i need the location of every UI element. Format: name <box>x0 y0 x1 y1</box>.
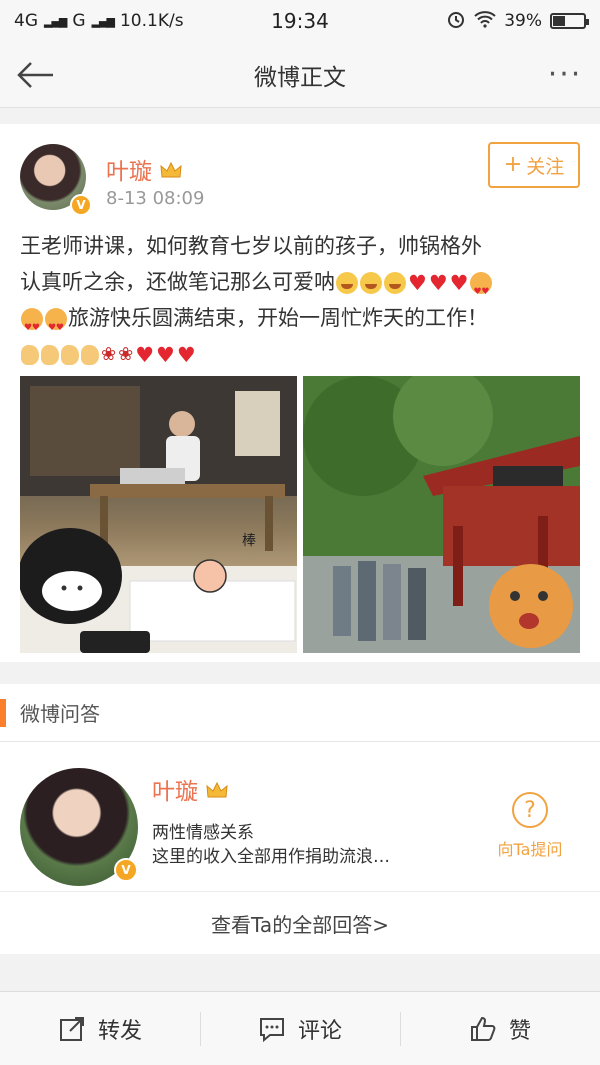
question-mark-icon: ? <box>512 792 548 828</box>
laugh-emoji-icon <box>384 272 406 294</box>
back-button[interactable] <box>0 42 70 108</box>
crown-vip-icon <box>160 160 182 178</box>
post-text: 王老师讲课，如何教育七岁以前的孩子，帅锅格外 认真听之余，还做笔记那么可爱呐 ♥♥… <box>20 228 580 373</box>
signal-icon: ▂▄▆ <box>91 14 115 28</box>
ask-question-label: 向Ta提问 <box>497 840 563 859</box>
rose-emoji-icon: ❀ <box>101 344 117 365</box>
heart-emoji-icon: ♥ <box>428 270 448 295</box>
heart-eyes-emoji-icon <box>21 308 43 346</box>
qa-section-title: 微博问答 <box>20 702 100 726</box>
heart-eyes-emoji-icon <box>45 308 67 346</box>
heart-emoji-icon: ♥ <box>156 342 175 367</box>
network-status: 4G ▂▄▆ G ▂▄▆ 10.1K/s <box>14 11 234 31</box>
sticker-caption: 棒 <box>242 533 256 549</box>
post-text-segment: 认真听之余，还做笔记那么可爱呐 <box>20 270 335 294</box>
repost-label: 转发 <box>97 1018 142 1044</box>
network-4g-label: 4G <box>14 11 38 31</box>
ask-question-button[interactable]: ? 向Ta提问 <box>490 792 570 860</box>
thumbs-up-icon <box>470 1016 496 1041</box>
bottom-action-bar: 转发 评论 赞 <box>0 991 600 1065</box>
battery-percent: 39% <box>504 11 542 31</box>
verified-badge-icon: V <box>114 858 138 882</box>
plus-icon: + <box>503 152 523 177</box>
laugh-emoji-icon <box>336 272 358 294</box>
qa-topic: 两性情感关系 <box>152 823 254 843</box>
signal-icon: ▂▄▆ <box>44 14 67 28</box>
laugh-emoji-icon <box>360 272 382 294</box>
heart-emoji-icon: ♥ <box>135 342 155 367</box>
follow-label: 关注 <box>526 155 565 178</box>
qa-description: 这里的收入全部用作捐助流浪… <box>152 847 390 867</box>
more-menu-button[interactable]: ··· <box>530 42 600 108</box>
post-photo-temple[interactable] <box>303 376 580 653</box>
like-label: 赞 <box>508 1018 531 1044</box>
repost-icon <box>59 1016 84 1041</box>
follow-button[interactable]: + 关注 <box>488 142 580 188</box>
post-time: 8-13 08:09 <box>106 188 205 209</box>
qa-author-avatar[interactable]: V <box>20 768 138 886</box>
comment-button[interactable]: 评论 <box>200 992 400 1065</box>
network-speed: 10.1K/s <box>119 11 184 31</box>
heart-emoji-icon: ♥ <box>449 270 469 295</box>
post-text-line: 认真听之余，还做笔记那么可爱呐 ♥♥♥ <box>20 264 580 310</box>
author-name-row: 叶璇 <box>106 152 182 186</box>
status-bar: 4G ▂▄▆ G ▂▄▆ 10.1K/s 19:34 39% <box>0 0 600 42</box>
section-accent-bar <box>0 698 6 727</box>
battery-fill <box>553 16 565 26</box>
author-avatar[interactable]: V <box>20 144 92 216</box>
qa-author-name[interactable]: 叶璇 <box>152 772 198 806</box>
post-text-segment: 旅游快乐圆满结束，开始一周忙炸天的工作！ <box>68 306 488 330</box>
heart-emoji-icon: ♥ <box>176 342 196 367</box>
post-text-line: 王老师讲课，如何教育七岁以前的孩子，帅锅格外 <box>20 228 580 264</box>
view-all-answers-link[interactable]: 查看Ta的全部回答> <box>0 892 600 954</box>
repost-button[interactable]: 转发 <box>0 992 200 1065</box>
comment-label: 评论 <box>297 1018 342 1044</box>
classroom-photo-illustration <box>20 376 297 653</box>
temple-photo-illustration <box>303 376 580 653</box>
qa-author-name-row: 叶璇 <box>152 772 228 806</box>
heart-eyes-emoji-icon <box>470 272 493 310</box>
wifi-icon <box>474 10 496 33</box>
comment-icon <box>259 1017 284 1042</box>
author-name[interactable]: 叶璇 <box>106 152 152 186</box>
page-title: 微博正文 <box>254 64 346 91</box>
muscle-emoji-icon <box>81 345 99 365</box>
heart-emoji-icon: ♥ <box>408 270 427 295</box>
muscle-emoji-icon <box>61 345 79 365</box>
weibo-post-card: V 叶璇 8-13 08:09 + 关注 王老师讲课，如何教育七岁以前的孩子，帅… <box>0 124 600 662</box>
top-nav-bar: 微博正文 ··· <box>0 42 600 108</box>
back-arrow-icon <box>17 61 53 88</box>
weibo-qa-section: 微博问答 V 叶璇 两性情感关系 这里的收入全部用作捐助流浪… ? 向Ta提问 … <box>0 684 600 954</box>
muscle-emoji-icon <box>21 345 39 365</box>
verified-badge-icon: V <box>70 194 92 216</box>
post-emoji-line: ❀ ❀♥♥♥ <box>20 336 580 373</box>
battery-icon <box>550 13 589 29</box>
qa-author-card[interactable]: V 叶璇 两性情感关系 这里的收入全部用作捐助流浪… ? 向Ta提问 <box>0 742 600 892</box>
like-button[interactable]: 赞 <box>400 992 600 1065</box>
qa-section-header: 微博问答 <box>0 684 600 742</box>
network-g-label: G <box>72 11 86 31</box>
post-text-line: 旅游快乐圆满结束，开始一周忙炸天的工作！ <box>20 300 580 346</box>
post-photo-classroom[interactable]: 棒 <box>20 376 297 653</box>
alarm-icon <box>446 9 466 34</box>
rose-emoji-icon: ❀ <box>118 344 134 365</box>
post-text-segment: 王老师讲课，如何教育七岁以前的孩子，帅锅格外 <box>20 234 482 258</box>
muscle-emoji-icon <box>41 345 59 365</box>
crown-vip-icon <box>206 780 228 798</box>
